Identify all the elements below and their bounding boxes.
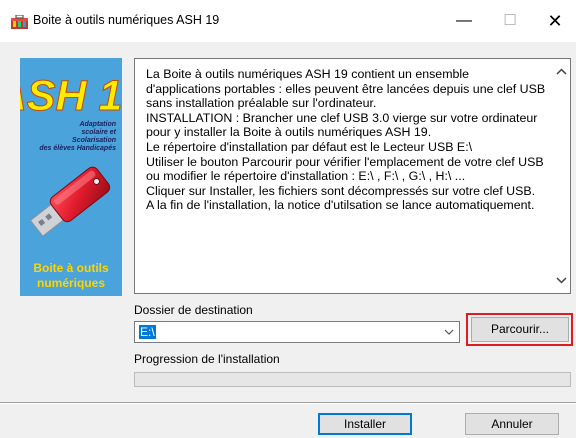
progress-label: Progression de l'installation — [134, 352, 280, 366]
destination-value: E:\ — [139, 325, 156, 339]
description-text: La Boite à outils numériques ASH 19 cont… — [146, 67, 546, 213]
description-textbox[interactable]: La Boite à outils numériques ASH 19 cont… — [134, 58, 571, 294]
minimize-button[interactable]: — — [442, 6, 486, 36]
banner-tagline-line: scolaire et — [81, 129, 116, 136]
scroll-down-icon[interactable] — [553, 272, 570, 289]
window-title: Boite à outils numériques ASH 19 — [33, 13, 220, 27]
banner-tagline-line: des élèves Handicapés — [39, 145, 116, 152]
title-bar: Boite à outils numériques ASH 19 — ☐ ✕ — [0, 0, 576, 42]
destination-combobox[interactable]: E:\ — [134, 321, 460, 343]
vertical-scrollbar[interactable] — [553, 59, 570, 293]
dialog-body: ASH 19 Adaptation scolaire et Scolarisat… — [0, 42, 576, 438]
scroll-up-icon[interactable] — [553, 63, 570, 80]
banner-tagline-line: Scolarisation — [72, 137, 116, 144]
install-button[interactable]: Installer — [318, 413, 412, 435]
install-progress-bar — [134, 372, 571, 387]
ash19-banner: ASH 19 Adaptation scolaire et Scolarisat… — [20, 58, 122, 296]
toolbox-app-icon — [11, 15, 28, 29]
chevron-down-icon[interactable] — [443, 327, 455, 337]
close-button[interactable]: ✕ — [533, 6, 576, 36]
banner-tagline-line: Adaptation — [78, 121, 116, 128]
banner-title: ASH 19 — [20, 72, 122, 120]
cancel-button[interactable]: Annuler — [465, 413, 559, 435]
separator-highlight — [0, 403, 576, 404]
maximize-button[interactable]: ☐ — [488, 6, 532, 36]
destination-label: Dossier de destination — [134, 303, 253, 317]
usb-drive-banner-image: ASH 19 Adaptation scolaire et Scolarisat… — [20, 72, 122, 291]
browse-button-highlight — [466, 313, 573, 346]
banner-footer-line: Boite à outils — [33, 261, 109, 275]
banner-footer-line: numériques — [37, 276, 105, 290]
